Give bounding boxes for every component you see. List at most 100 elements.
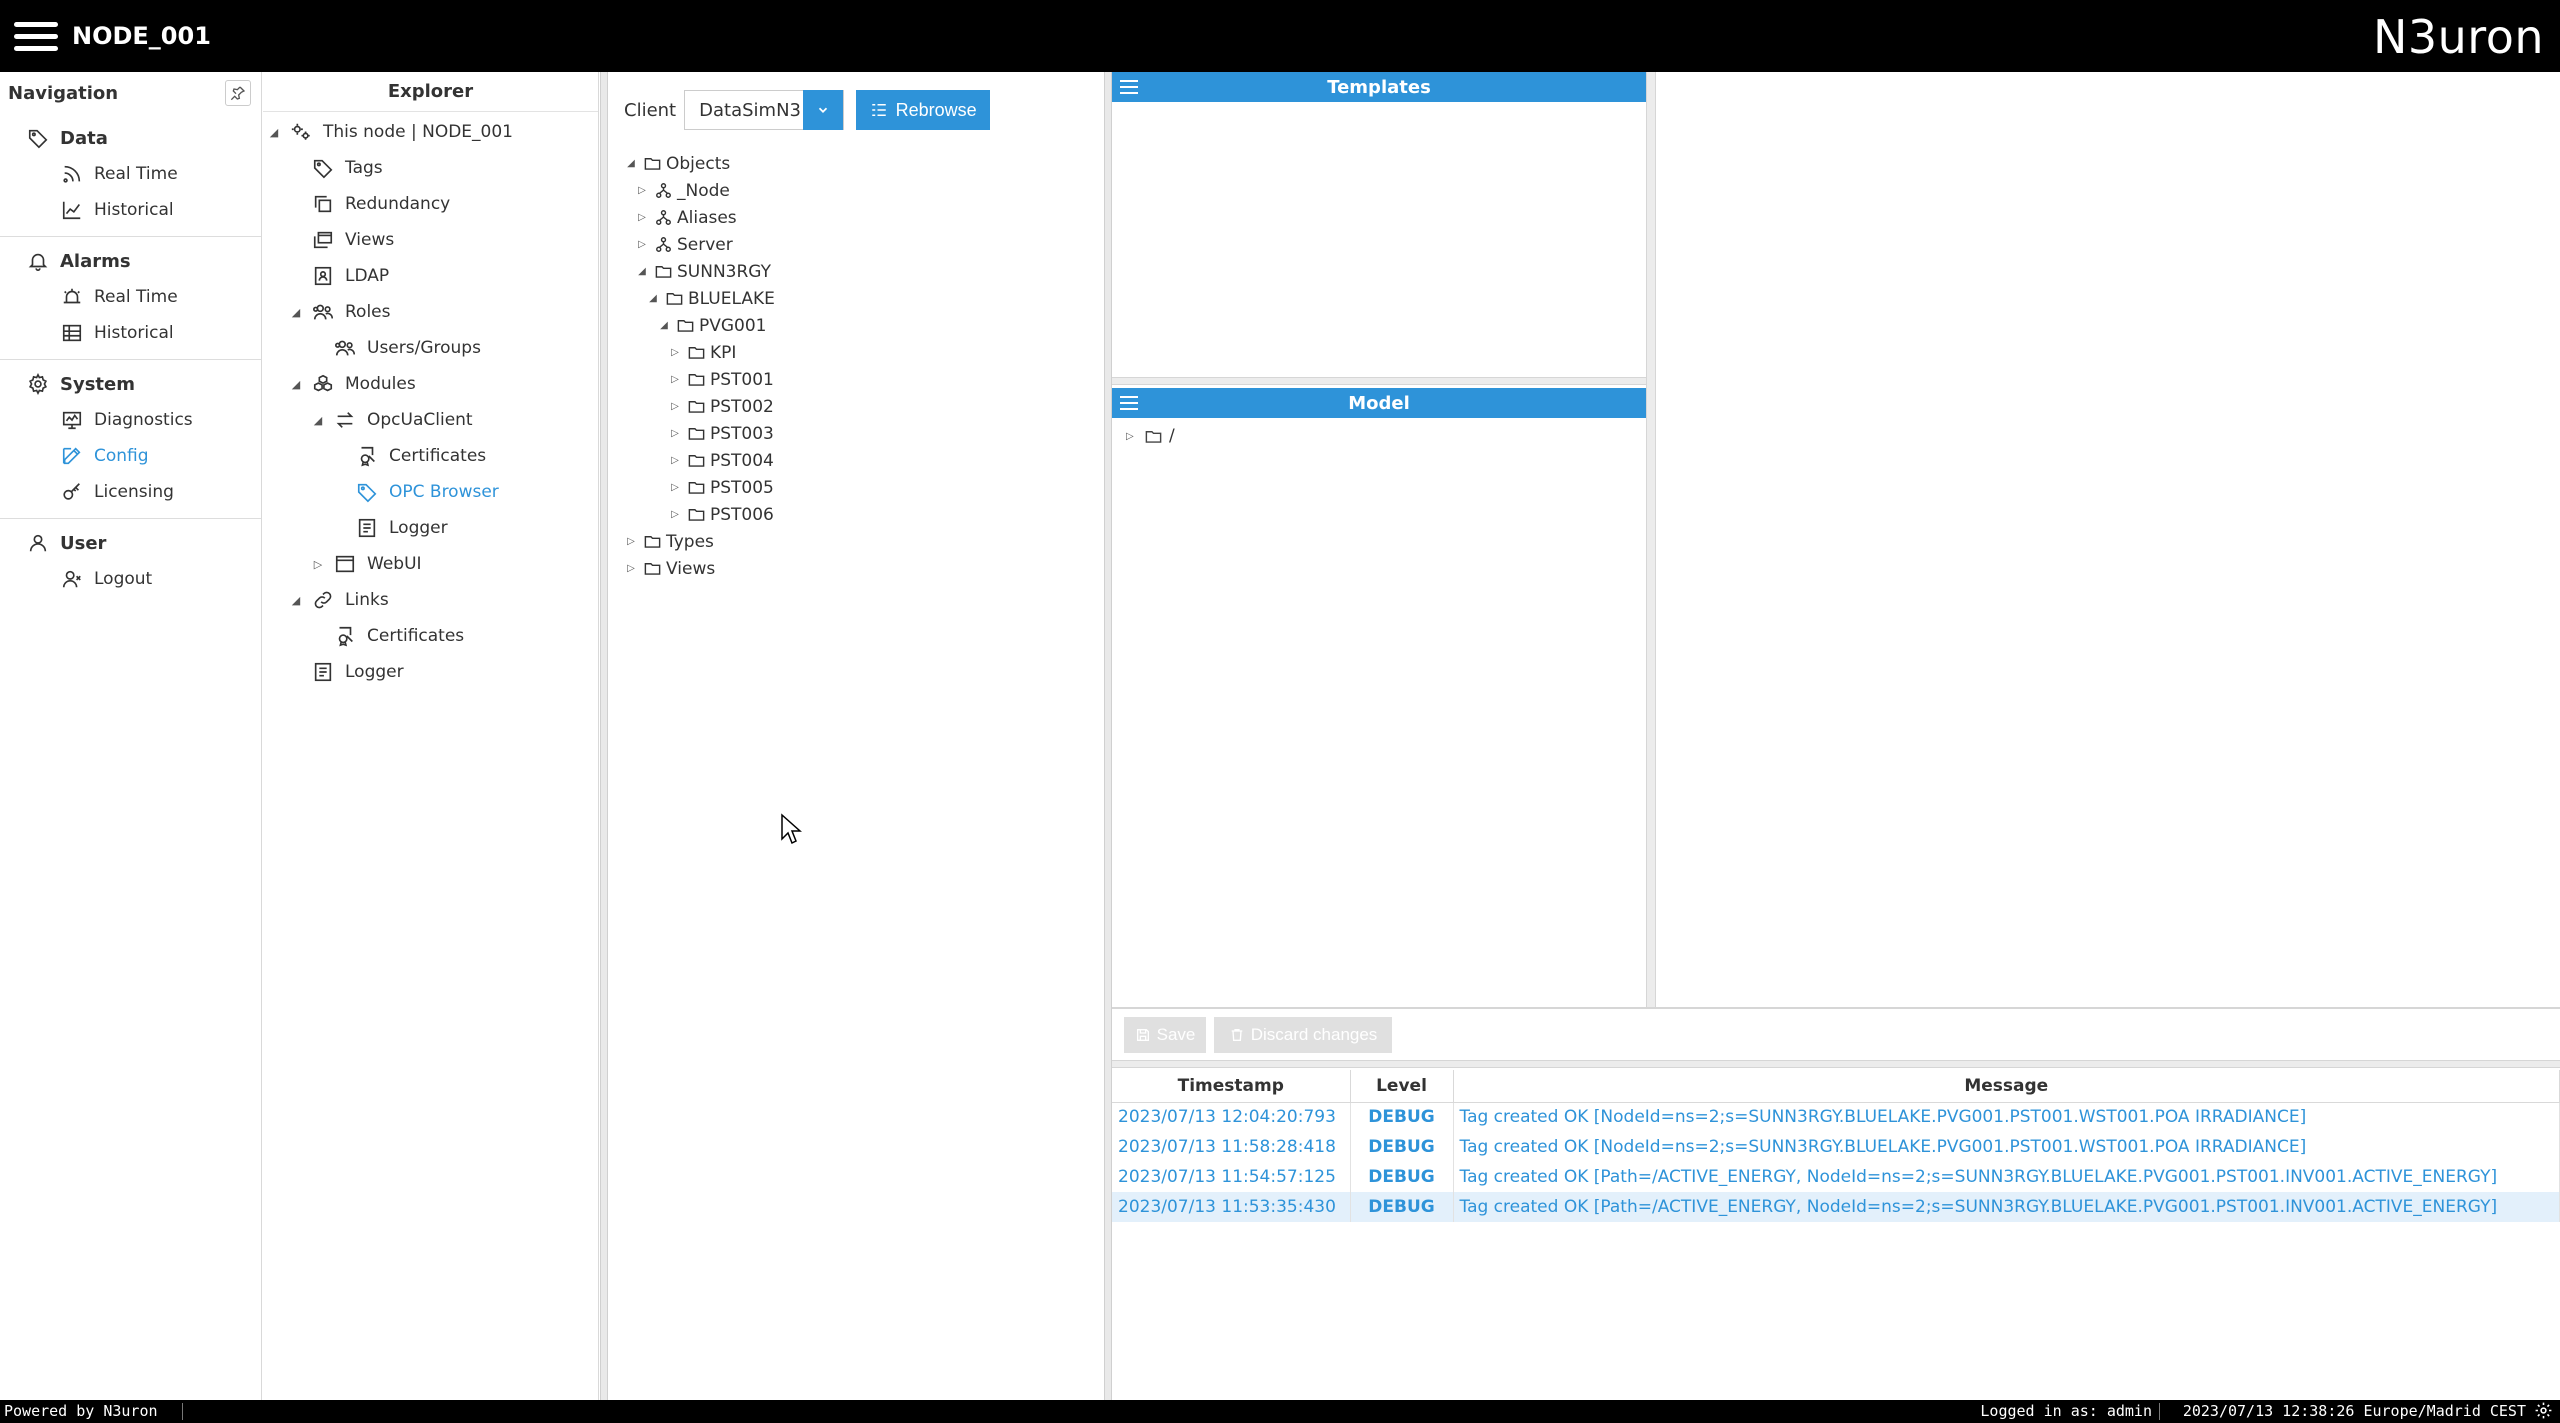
explorer-item-label: Users/Groups (367, 338, 481, 358)
collapse-triangle-icon[interactable]: ◢ (289, 305, 303, 319)
menu-icon[interactable] (1120, 396, 1138, 410)
column-header-timestamp[interactable]: Timestamp (1112, 1070, 1351, 1103)
opc-node-objects[interactable]: ◢ Objects (608, 150, 1104, 177)
discard-changes-button[interactable]: Discard changes (1214, 1017, 1392, 1053)
nav-item-alarms-historical[interactable]: Historical (0, 315, 261, 351)
explorer-item-opcuaclient[interactable]: ◢ OpcUaClient (263, 402, 598, 438)
explorer-item-webui[interactable]: ▷ WebUI (263, 546, 598, 582)
expand-triangle-icon[interactable]: ▷ (669, 401, 681, 413)
expand-triangle-icon[interactable]: ▷ (636, 239, 648, 251)
opc-node-types[interactable]: ▷ Types (608, 528, 1104, 555)
chevron-down-icon[interactable] (803, 90, 844, 130)
opc-node-bluelake[interactable]: ◢ BLUELAKE (608, 285, 1104, 312)
panel-splitter[interactable] (1112, 377, 1646, 385)
collapse-triangle-icon[interactable]: ◢ (625, 158, 637, 170)
explorer-item-this-node-node-001[interactable]: ◢ This node | NODE_001 (263, 114, 598, 150)
log-row[interactable]: 2023/07/13 12:04:20:793 DEBUG Tag created … (1112, 1102, 2560, 1132)
expand-triangle-icon[interactable]: ▷ (311, 557, 325, 571)
opc-node-server[interactable]: ▷ Server (608, 231, 1104, 258)
explorer-item-tags[interactable]: Tags (263, 150, 598, 186)
opc-node-sunn3rgy[interactable]: ◢ SUNN3RGY (608, 258, 1104, 285)
opc-node-pst002[interactable]: ▷ PST002 (608, 393, 1104, 420)
explorer-item-redundancy[interactable]: Redundancy (263, 186, 598, 222)
collapse-triangle-icon[interactable]: ◢ (311, 413, 325, 427)
nav-item-user-logout[interactable]: Logout (0, 561, 261, 597)
panel-splitter[interactable] (1112, 1060, 2560, 1068)
expand-triangle-icon[interactable]: ▷ (669, 482, 681, 494)
opc-node-node[interactable]: ▷ _Node (608, 177, 1104, 204)
opc-node-pst004[interactable]: ▷ PST004 (608, 447, 1104, 474)
opc-node-kpi[interactable]: ▷ KPI (608, 339, 1104, 366)
node-gears-icon (289, 120, 313, 144)
client-select[interactable]: DataSimN3 (684, 90, 845, 130)
nav-section-title[interactable]: System (0, 366, 261, 402)
expand-triangle-icon[interactable]: ▷ (669, 374, 681, 386)
panel-splitter[interactable] (1104, 72, 1112, 1400)
explorer-item-label: Tags (345, 158, 383, 178)
explorer-item-users-groups[interactable]: Users/Groups (263, 330, 598, 366)
expand-triangle-icon[interactable]: ▷ (669, 347, 681, 359)
hierarchy-icon (653, 235, 673, 255)
opc-node-views[interactable]: ▷ Views (608, 555, 1104, 582)
explorer-item-certificates[interactable]: Certificates (263, 438, 598, 474)
rebrowse-button[interactable]: Rebrowse (856, 90, 991, 130)
log-row[interactable]: 2023/07/13 11:58:28:418 DEBUG Tag created … (1112, 1132, 2560, 1162)
folder-icon (686, 478, 706, 498)
log-row[interactable]: 2023/07/13 11:53:35:430 DEBUG Tag created … (1112, 1192, 2560, 1222)
opc-node-aliases[interactable]: ▷ Aliases (608, 204, 1104, 231)
collapse-triangle-icon[interactable]: ◢ (658, 320, 670, 332)
collapse-triangle-icon[interactable]: ◢ (636, 266, 648, 278)
expand-triangle-icon[interactable]: ▷ (636, 212, 648, 224)
collapse-triangle-icon[interactable]: ◢ (289, 377, 303, 391)
expand-triangle-icon[interactable]: ▷ (669, 428, 681, 440)
opc-node-pst005[interactable]: ▷ PST005 (608, 474, 1104, 501)
log-cell-message: Tag created OK [Path=/ACTIVE_ENERGY, Nod… (1453, 1192, 2560, 1222)
nav-item-data-real-time[interactable]: Real Time (0, 156, 261, 192)
collapse-triangle-icon[interactable]: ◢ (647, 293, 659, 305)
opc-node-pst001[interactable]: ▷ PST001 (608, 366, 1104, 393)
nav-item-system-diagnostics[interactable]: Diagnostics (0, 402, 261, 438)
gear-icon[interactable] (2534, 1401, 2554, 1421)
nav-item-data-historical[interactable]: Historical (0, 192, 261, 228)
expand-triangle-icon[interactable]: ▷ (625, 536, 637, 548)
explorer-item-opc-browser[interactable]: OPC Browser (263, 474, 598, 510)
column-header-message[interactable]: Message (1453, 1070, 2560, 1103)
explorer-item-ldap[interactable]: LDAP (263, 258, 598, 294)
model-root-node[interactable]: ▷ / (1126, 422, 1175, 450)
nav-item-alarms-real-time[interactable]: Real Time (0, 279, 261, 315)
panel-splitter[interactable] (1646, 72, 1656, 1008)
pin-icon[interactable] (225, 80, 251, 106)
explorer-item-label: Views (345, 230, 395, 250)
opc-node-pst003[interactable]: ▷ PST003 (608, 420, 1104, 447)
column-header-level[interactable]: Level (1350, 1070, 1454, 1103)
explorer-item-links[interactable]: ◢ Links (263, 582, 598, 618)
save-button[interactable]: Save (1124, 1017, 1206, 1053)
expand-triangle-icon[interactable]: ▷ (669, 509, 681, 521)
nav-section-title[interactable]: Data (0, 120, 261, 156)
folder-icon (686, 370, 706, 390)
explorer-item-roles[interactable]: ◢ Roles (263, 294, 598, 330)
collapse-triangle-icon[interactable]: ◢ (289, 593, 303, 607)
opc-node-pvg001[interactable]: ◢ PVG001 (608, 312, 1104, 339)
nav-section-title[interactable]: Alarms (0, 243, 261, 279)
explorer-item-views[interactable]: Views (263, 222, 598, 258)
explorer-item-logger[interactable]: Logger (263, 510, 598, 546)
explorer-item-logger[interactable]: Logger (263, 654, 598, 690)
expand-triangle-icon[interactable]: ▷ (636, 185, 648, 197)
collapse-triangle-icon[interactable]: ◢ (267, 125, 281, 139)
nav-section-title[interactable]: User (0, 525, 261, 561)
panel-splitter[interactable] (600, 72, 608, 1400)
explorer-item-certificates[interactable]: Certificates (263, 618, 598, 654)
explorer-item-modules[interactable]: ◢ Modules (263, 366, 598, 402)
expand-triangle-icon[interactable]: ▷ (625, 563, 637, 575)
menu-icon[interactable] (1120, 80, 1138, 94)
expand-triangle-icon[interactable]: ▷ (669, 455, 681, 467)
nav-item-system-licensing[interactable]: Licensing (0, 474, 261, 510)
opc-node-label: _Node (677, 180, 730, 201)
hamburger-menu-icon[interactable] (14, 22, 58, 52)
opc-node-pst006[interactable]: ▷ PST006 (608, 501, 1104, 528)
templates-panel: Templates (1112, 72, 1646, 377)
expand-triangle-icon[interactable]: ▷ (1126, 431, 1140, 442)
nav-item-system-config[interactable]: Config (0, 438, 261, 474)
log-row[interactable]: 2023/07/13 11:54:57:125 DEBUG Tag created … (1112, 1162, 2560, 1192)
